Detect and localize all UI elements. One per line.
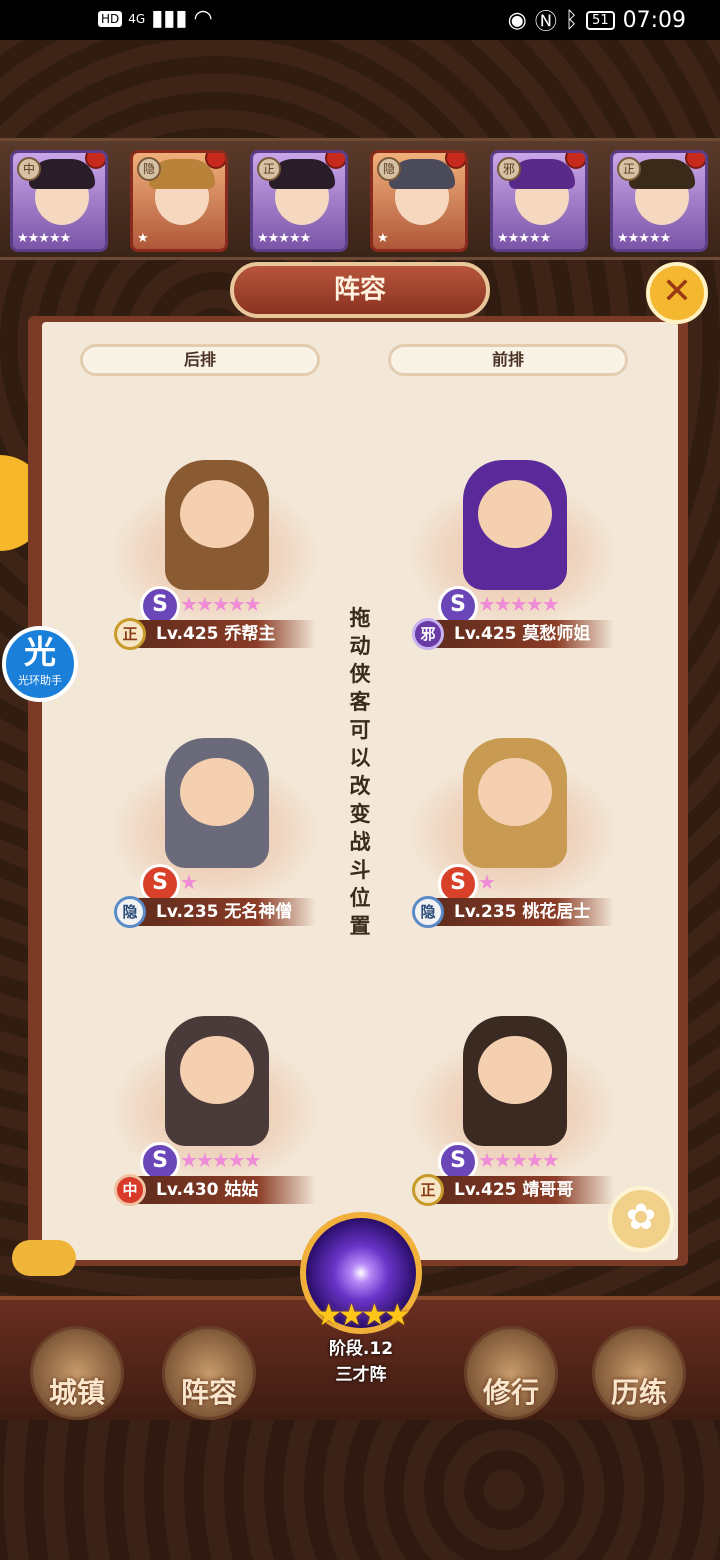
clock: 07:09 bbox=[622, 7, 686, 33]
star-rating: ★★★★★ bbox=[17, 231, 71, 246]
hero-stars: ★★★★★ bbox=[180, 592, 262, 616]
faction-badge: 隐 bbox=[114, 896, 146, 928]
faction-badge: 邪 bbox=[412, 618, 444, 650]
nav-label: 城镇 bbox=[48, 1376, 105, 1409]
nav-training-button[interactable]: 修行 bbox=[464, 1326, 558, 1420]
panel-title-plaque: 阵容 bbox=[230, 262, 490, 318]
faction-tag: 隐 bbox=[137, 157, 161, 181]
hero-head bbox=[180, 758, 254, 826]
roster-thumb-4[interactable]: 隐 ★ bbox=[370, 150, 468, 252]
hero-stars: ★★★★★ bbox=[478, 1148, 560, 1172]
eye-icon: ◉ bbox=[507, 7, 527, 33]
hero-label: Lv.425 乔帮主 bbox=[120, 620, 316, 648]
star-rating: ★★★★★ bbox=[617, 231, 671, 246]
nav-label: 历练 bbox=[610, 1376, 667, 1409]
bottom-background bbox=[0, 1420, 720, 1560]
battery-indicator: 51 bbox=[586, 10, 615, 30]
hero-stars: ★★★★★ bbox=[180, 1148, 262, 1172]
star-rating: ★★★★★ bbox=[497, 231, 551, 246]
hero-label: Lv.430 姑姑 bbox=[120, 1176, 316, 1204]
faction-tag: 邪 bbox=[497, 157, 521, 181]
hero-slot-front-3[interactable]: S ★★★★★ Lv.425 靖哥哥 正 bbox=[408, 996, 618, 1216]
hd-badge: HD bbox=[98, 10, 123, 27]
star-rating: ★ bbox=[137, 231, 149, 246]
wifi-icon: ◠ bbox=[193, 6, 213, 31]
hero-slot-back-2[interactable]: S ★ Lv.235 无名神僧 隐 bbox=[110, 718, 320, 938]
star-rating: ★ bbox=[377, 231, 389, 246]
hero-label: Lv.425 莫愁师姐 bbox=[418, 620, 614, 648]
roster-thumb-1[interactable]: 中 ★★★★★ bbox=[10, 150, 108, 252]
drag-hint-text: 拖动侠客可以改变战斗位置 bbox=[349, 606, 371, 938]
hero-label: Lv.235 无名神僧 bbox=[120, 898, 316, 926]
roster-thumb-2[interactable]: 隐 ★ bbox=[130, 150, 228, 252]
hero-head bbox=[478, 1036, 552, 1104]
hero-slot-front-2[interactable]: S ★ Lv.235 桃花居士 隐 bbox=[408, 718, 618, 938]
hero-slot-back-3[interactable]: S ★★★★★ Lv.430 姑姑 中 bbox=[110, 996, 320, 1216]
nav-town-button[interactable]: 城镇 bbox=[30, 1326, 124, 1420]
nav-lineup-button[interactable]: 阵容 bbox=[162, 1326, 256, 1420]
close-icon: ✕ bbox=[661, 271, 693, 312]
roster-thumb-6[interactable]: 正 ★★★★★ bbox=[610, 150, 708, 252]
formation-stage: 阶段.12 bbox=[328, 1339, 394, 1359]
faction-tag: 中 bbox=[17, 157, 41, 181]
roster-thumb-5[interactable]: 邪 ★★★★★ bbox=[490, 150, 588, 252]
faction-tag: 正 bbox=[257, 157, 281, 181]
aura-helper-button[interactable]: 光 光环助手 bbox=[2, 626, 78, 702]
nav-label: 阵容 bbox=[180, 1376, 237, 1409]
hero-label: Lv.235 桃花居士 bbox=[418, 898, 614, 926]
notification-dot bbox=[685, 153, 705, 169]
hero-stars: ★★★★★ bbox=[478, 592, 560, 616]
formation-stars: ★★★★ bbox=[315, 1298, 411, 1333]
faction-badge: 正 bbox=[114, 618, 146, 650]
hero-head bbox=[180, 1036, 254, 1104]
notification-dot bbox=[325, 153, 345, 169]
faction-badge: 正 bbox=[412, 1174, 444, 1206]
helper-label: 光环助手 bbox=[18, 674, 62, 687]
hero-head bbox=[478, 480, 552, 548]
hero-label: Lv.425 靖哥哥 bbox=[418, 1176, 614, 1204]
close-button[interactable]: ✕ bbox=[646, 262, 708, 324]
panel-title: 阵容 bbox=[333, 275, 386, 305]
signal-icon: ▮▮▮ bbox=[151, 6, 188, 31]
nav-label: 修行 bbox=[482, 1376, 539, 1409]
faction-badge: 隐 bbox=[412, 896, 444, 928]
hero-stars: ★ bbox=[180, 870, 198, 894]
hero-stars: ★ bbox=[478, 870, 496, 894]
nav-experience-button[interactable]: 历练 bbox=[592, 1326, 686, 1420]
helper-icon: 光 bbox=[23, 633, 56, 671]
bluetooth-icon: ᛒ bbox=[564, 7, 579, 33]
notification-dot bbox=[205, 153, 225, 169]
faction-tag: 隐 bbox=[377, 157, 401, 181]
hero-head bbox=[180, 480, 254, 548]
hero-slot-back-1[interactable]: S ★★★★★ Lv.425 乔帮主 正 bbox=[110, 440, 320, 660]
faction-badge: 中 bbox=[114, 1174, 146, 1206]
back-row-header: 后排 bbox=[80, 344, 320, 376]
flower-icon[interactable]: ✿ bbox=[608, 1186, 674, 1252]
notification-dot bbox=[85, 153, 105, 169]
notification-dot bbox=[445, 153, 465, 169]
cloud-decoration bbox=[12, 1240, 76, 1276]
hero-slot-front-1[interactable]: S ★★★★★ Lv.425 莫愁师姐 邪 bbox=[408, 440, 618, 660]
star-rating: ★★★★★ bbox=[257, 231, 311, 246]
formation-name: 三才阵 bbox=[335, 1365, 387, 1385]
faction-tag: 正 bbox=[617, 157, 641, 181]
signal-label: 4G bbox=[128, 11, 146, 26]
roster-thumb-3[interactable]: 正 ★★★★★ bbox=[250, 150, 348, 252]
hero-head bbox=[478, 758, 552, 826]
status-bar: HD 4G ▮▮▮ ◠ ◉ Ⓝ ᛒ 51 07:09 bbox=[0, 0, 720, 40]
nfc-icon: Ⓝ bbox=[534, 10, 557, 35]
front-row-header: 前排 bbox=[388, 344, 628, 376]
notification-dot bbox=[565, 153, 585, 169]
